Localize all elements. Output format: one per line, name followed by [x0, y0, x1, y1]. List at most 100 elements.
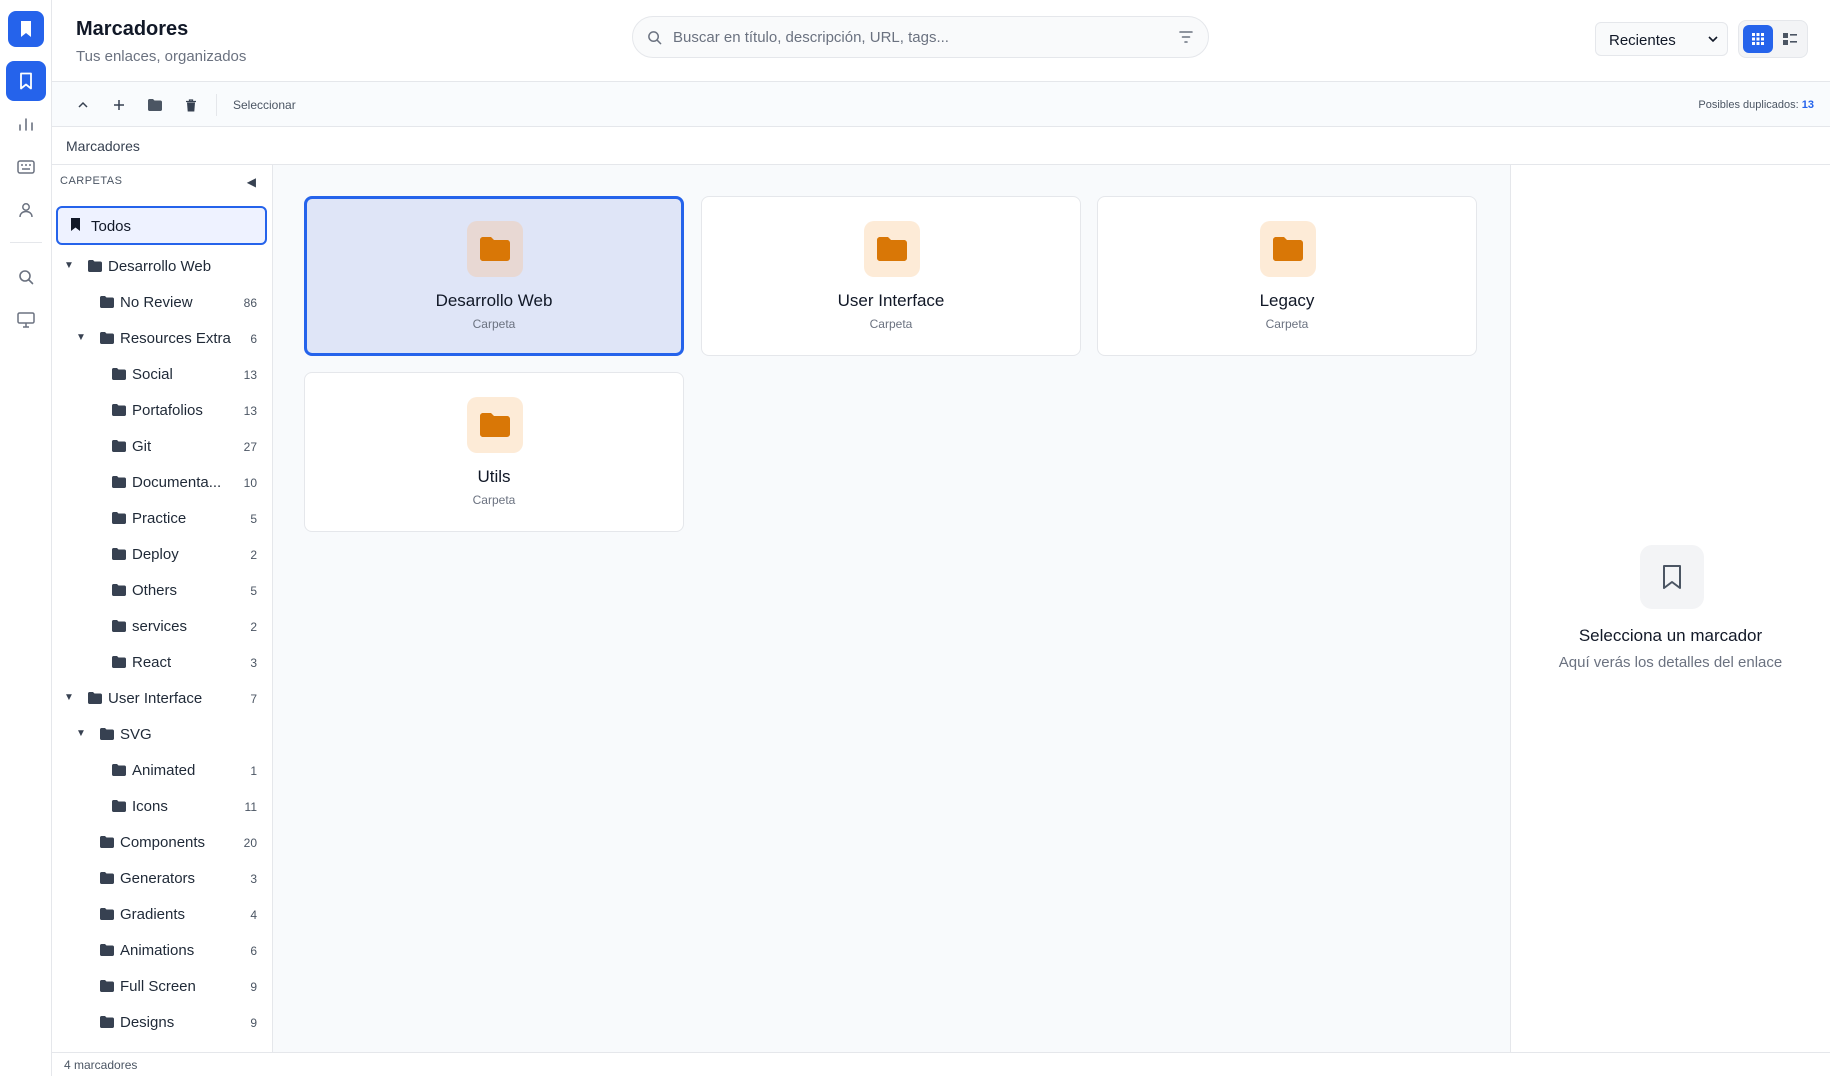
folder-card[interactable]: Utils Carpeta: [304, 372, 684, 532]
rail-divider: [10, 242, 42, 243]
nav-search-button[interactable]: [6, 257, 46, 297]
folder-icon: [100, 332, 114, 344]
tree-item[interactable]: Gradients 4: [52, 896, 272, 932]
folder-icon: [100, 1016, 114, 1028]
tree-item-count: 2: [250, 548, 257, 562]
bookmark-count: 4 marcadores: [64, 1058, 138, 1072]
nav-display-button[interactable]: [6, 300, 46, 340]
caret-down-icon[interactable]: ▼: [64, 260, 74, 271]
tree-item[interactable]: Others 5: [52, 572, 272, 608]
tree-item[interactable]: Practice 5: [52, 500, 272, 536]
folder-icon: [112, 476, 126, 488]
tree-item-label: Git: [132, 438, 152, 455]
nav-bookmarks-button[interactable]: [6, 61, 46, 101]
folder-icon: [112, 404, 126, 416]
folder-icon: [112, 512, 126, 524]
tree-item[interactable]: No Review 86: [52, 284, 272, 320]
bookmark-icon: [1663, 565, 1681, 589]
tree-item[interactable]: ▼ User Interface 7: [52, 680, 272, 716]
nav-shortcuts-button[interactable]: [6, 147, 46, 187]
tree-item-label: No Review: [120, 294, 193, 311]
add-button[interactable]: [108, 94, 130, 116]
select-button[interactable]: Seleccionar: [233, 98, 296, 112]
folder-icon: [100, 296, 114, 308]
page-title: Marcadores: [76, 18, 189, 40]
folder-icon: [100, 980, 114, 992]
tree-item[interactable]: ▼ Desarrollo Web: [52, 248, 272, 284]
grid-view-button[interactable]: [1743, 25, 1773, 53]
tree-item-label: Gradients: [120, 906, 186, 923]
duplicates-count: 13: [1801, 99, 1814, 111]
tree-item-label: Deploy: [132, 546, 179, 563]
breadcrumb-item[interactable]: Marcadores: [66, 138, 140, 154]
tree-item[interactable]: Animated 1: [52, 752, 272, 788]
nav-profile-button[interactable]: [6, 190, 46, 230]
duplicates-indicator[interactable]: Posibles duplicados: 13: [1698, 99, 1814, 111]
chevron-down-icon: [1708, 36, 1718, 43]
caret-down-icon[interactable]: ▼: [64, 692, 74, 703]
tree-item-todos[interactable]: Todos: [56, 206, 267, 245]
folder-sidebar: CARPETAS ◀ Todos ▼ Desarrollo Web No Revie…: [52, 165, 273, 1052]
new-folder-button[interactable]: [144, 94, 166, 116]
folder-icon: [112, 548, 126, 560]
folder-icon: [480, 237, 510, 261]
toolbar-divider: [216, 94, 217, 116]
folder-icon: [148, 99, 162, 111]
tree-item[interactable]: ▼ Resources Extra 6: [52, 320, 272, 356]
folder-icon: [112, 620, 126, 632]
tree-item[interactable]: Full Screen 9: [52, 968, 272, 1004]
tree-item[interactable]: Documenta... 10: [52, 464, 272, 500]
delete-button[interactable]: [180, 94, 202, 116]
app-rail: [0, 0, 52, 1076]
caret-down-icon[interactable]: ▼: [76, 332, 86, 343]
folder-card-type: Carpeta: [472, 317, 516, 331]
bar-chart-icon: [19, 118, 33, 131]
nav-stats-button[interactable]: [6, 104, 46, 144]
tree-item[interactable]: ▼ SVG: [52, 716, 272, 752]
tree-item-count: 5: [250, 512, 257, 526]
folder-icon: [877, 237, 907, 261]
folder-card[interactable]: User Interface Carpeta: [701, 196, 1081, 356]
tree-item-label: User Interface: [108, 690, 203, 707]
tree-item[interactable]: Portafolios 13: [52, 392, 272, 428]
search-bar[interactable]: [632, 16, 1209, 58]
tree-item[interactable]: Components 20: [52, 824, 272, 860]
tree-item[interactable]: React 3: [52, 644, 272, 680]
folder-icon: [480, 413, 510, 437]
tree-item-label: Generators: [120, 870, 196, 887]
tree-item-count: 5: [250, 584, 257, 598]
folder-card[interactable]: Legacy Carpeta: [1097, 196, 1477, 356]
collapse-sidebar-icon[interactable]: ◀: [247, 175, 256, 189]
tree-item-count: 7: [250, 692, 257, 706]
folder-icon: [100, 728, 114, 740]
tree-item[interactable]: Social 13: [52, 356, 272, 392]
empty-state-title: Selecciona un marcador: [1578, 626, 1763, 645]
tree-item[interactable]: Animations 6: [52, 932, 272, 968]
sort-select[interactable]: Recientes: [1595, 22, 1728, 56]
tree-item-label: Social: [132, 366, 173, 383]
sort-selected-value: Recientes: [1609, 32, 1676, 49]
folder-grid: Desarrollo Web Carpeta User Interface Carpe…: [273, 165, 1510, 1052]
search-input[interactable]: [673, 17, 1153, 57]
tree-item-label: Animated: [132, 762, 196, 779]
tree-item[interactable]: services 2: [52, 608, 272, 644]
folder-icon-box: [864, 221, 920, 277]
folder-icon: [112, 764, 126, 776]
grid-icon: [1752, 33, 1764, 45]
caret-down-icon[interactable]: ▼: [76, 728, 86, 739]
duplicates-label: Posibles duplicados:: [1698, 99, 1799, 111]
tree-item-label: services: [132, 618, 188, 635]
filter-icon[interactable]: [1178, 30, 1194, 44]
empty-state-icon-box: [1640, 545, 1704, 609]
bookmark-logo-icon[interactable]: [8, 11, 44, 47]
folder-icon: [112, 368, 126, 380]
list-view-button[interactable]: [1775, 25, 1805, 53]
tree-item[interactable]: Deploy 2: [52, 536, 272, 572]
tree-item[interactable]: Icons 11: [52, 788, 272, 824]
tree-item[interactable]: Git 27: [52, 428, 272, 464]
tree-item[interactable]: Generators 3: [52, 860, 272, 896]
folder-card[interactable]: Desarrollo Web Carpeta: [304, 196, 684, 356]
tree-item[interactable]: Designs 9: [52, 1004, 272, 1040]
tree-item-label: Animations: [120, 942, 195, 959]
collapse-button[interactable]: [72, 94, 94, 116]
